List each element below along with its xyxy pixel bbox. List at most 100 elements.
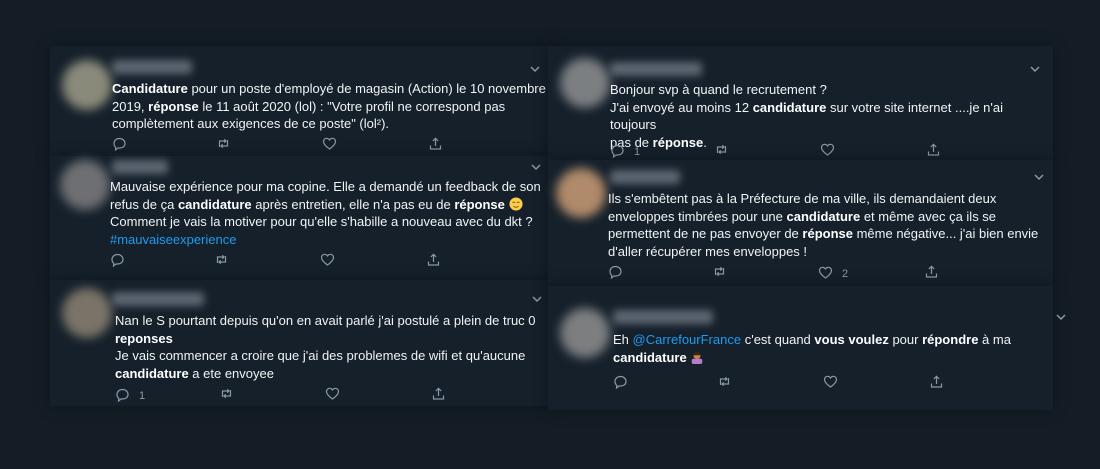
tweet-text-line: enveloppes timbrées pour une candidature… xyxy=(608,208,1053,226)
share-icon xyxy=(427,253,440,266)
tweet-text-line: #mauvaiseexperience xyxy=(110,231,555,249)
share-button[interactable] xyxy=(926,142,941,157)
tweet-text-line: Eh @CarrefourFrance c'est quand vous vou… xyxy=(613,331,1053,349)
share-button[interactable] xyxy=(431,386,446,401)
share-button[interactable] xyxy=(426,252,441,267)
retweet-button[interactable] xyxy=(219,386,234,401)
tweet-text-line: candidature xyxy=(613,349,1053,367)
highlighted-keyword: Candidature xyxy=(112,81,188,96)
tweet-card[interactable]: Ils s'embêtent pas à la Préfecture de ma… xyxy=(548,160,1053,286)
retweet-button[interactable] xyxy=(216,136,231,151)
like-icon xyxy=(820,143,835,156)
retweet-button[interactable] xyxy=(717,374,732,389)
tweet-actions: 2 xyxy=(608,264,1008,282)
blurred-username xyxy=(610,170,680,184)
tweet-actions: 1 xyxy=(115,386,515,404)
hashtag-link[interactable]: #mauvaiseexperience xyxy=(110,232,236,247)
highlighted-keyword: reponses xyxy=(115,330,173,346)
avatar[interactable] xyxy=(560,308,610,358)
tweet-text: Eh @CarrefourFrance c'est quand vous vou… xyxy=(613,331,1053,366)
tweet-text-segment: le 11 août 2020 (lol) : "Votre profil ne… xyxy=(198,98,506,114)
tweet-text-segment: Ils s'embêtent pas à la Préfecture de ma… xyxy=(608,191,997,206)
tweet-text-segment: d'aller récupérer mes enveloppes ! xyxy=(608,243,808,259)
highlighted-keyword: candidature xyxy=(115,365,189,381)
avatar[interactable] xyxy=(556,168,606,218)
tweet-text-line: candidature a ete envoyee xyxy=(115,365,555,383)
retweet-button[interactable] xyxy=(214,252,229,267)
tweet-text-segment: permettent de ne pas envoyer de xyxy=(608,226,803,241)
avatar[interactable] xyxy=(560,58,610,108)
like-count: 2 xyxy=(842,268,849,280)
reply-icon xyxy=(611,144,624,158)
tweet-text-segment: Je vais commencer a croire que j'ai des … xyxy=(115,348,526,363)
tweet-text-segment: pour un poste d'employé de magasin (Acti… xyxy=(187,81,546,96)
reply-button[interactable]: 1 xyxy=(610,142,640,158)
like-button[interactable] xyxy=(820,142,835,157)
tweet-text-segment: Bonjour svp à quand le recrutement ? xyxy=(610,82,827,97)
retweet-icon xyxy=(216,254,227,265)
tweet-text-line: Ils s'embêtent pas à la Préfecture de ma… xyxy=(608,190,1053,208)
reply-icon xyxy=(116,388,129,402)
reply-icon xyxy=(614,375,627,389)
person-shrugging-emoji-icon xyxy=(692,351,703,364)
like-button[interactable]: 2 xyxy=(818,264,848,280)
like-icon xyxy=(325,387,340,400)
retweet-button[interactable] xyxy=(714,142,729,157)
chevron-down-icon[interactable] xyxy=(1032,172,1046,182)
tweet-card[interactable]: Nan le S pourtant depuis qu'on en avait … xyxy=(50,280,555,406)
reply-icon xyxy=(609,265,622,279)
share-icon xyxy=(432,387,445,400)
share-button[interactable] xyxy=(428,136,443,151)
highlighted-keyword: répondre xyxy=(922,332,979,347)
avatar[interactable] xyxy=(62,60,112,110)
reply-button[interactable] xyxy=(112,136,127,151)
tweet-actions xyxy=(112,136,512,154)
tweet-card[interactable]: Bonjour svp à quand le recrutement ? J'ai… xyxy=(548,46,1053,160)
chevron-down-icon[interactable] xyxy=(530,294,544,304)
tweet-text-segment: après entretien, elle n'a pas eu de xyxy=(251,196,455,212)
tweet-text-segment: Eh xyxy=(613,332,633,347)
tweet-text-segment: et même avec ça ils se xyxy=(860,208,997,224)
chevron-down-icon[interactable] xyxy=(1028,64,1042,74)
reply-icon xyxy=(111,253,124,267)
like-button[interactable] xyxy=(320,252,335,267)
share-button[interactable] xyxy=(929,374,944,389)
tweet-text-line: Je vais commencer a croire que j'ai des … xyxy=(115,347,555,365)
reply-count: 1 xyxy=(634,146,641,158)
like-button[interactable] xyxy=(325,386,340,401)
tweet-text-segment: 2019, xyxy=(112,98,149,114)
blurred-username xyxy=(112,60,192,74)
like-button[interactable] xyxy=(823,374,838,389)
mention-link[interactable]: @CarrefourFrance xyxy=(633,332,742,347)
highlighted-keyword: candidature xyxy=(177,196,252,212)
chevron-down-icon[interactable] xyxy=(1054,312,1068,322)
blurred-username xyxy=(112,160,168,174)
avatar[interactable] xyxy=(62,288,112,338)
left-tweet-column: Candidature pour un poste d'employé de m… xyxy=(50,46,555,406)
tweet-text-segment: pour xyxy=(888,332,923,347)
tweet-text: Candidature pour un poste d'employé de m… xyxy=(112,80,552,133)
reply-button[interactable]: 1 xyxy=(115,386,145,402)
tweet-card[interactable]: Eh @CarrefourFrance c'est quand vous vou… xyxy=(548,286,1066,410)
highlighted-keyword: candidature xyxy=(613,349,687,365)
tweet-text-line: reponses xyxy=(115,330,555,348)
tweet-actions xyxy=(110,252,510,270)
tweet-text-segment: Nan le S pourtant depuis qu'on en avait … xyxy=(115,313,536,328)
tweet-text-segment: Comment je vais la motiver pour qu'elle … xyxy=(110,214,533,229)
retweet-button[interactable] xyxy=(712,264,727,279)
reply-button[interactable] xyxy=(608,264,623,279)
reply-button[interactable] xyxy=(613,374,628,389)
reply-button[interactable] xyxy=(110,252,125,267)
chevron-down-icon[interactable] xyxy=(528,64,542,74)
tweet-text-segment: c'est quand xyxy=(741,332,815,347)
like-button[interactable] xyxy=(322,136,337,151)
avatar[interactable] xyxy=(60,160,110,210)
like-icon xyxy=(823,375,838,388)
tweet-text: Nan le S pourtant depuis qu'on en avait … xyxy=(115,312,555,382)
chevron-down-icon[interactable] xyxy=(529,162,543,172)
share-icon xyxy=(925,265,938,278)
tweet-card[interactable]: Candidature pour un poste d'employé de m… xyxy=(50,46,555,156)
like-icon xyxy=(320,253,335,266)
share-button[interactable] xyxy=(924,264,939,279)
tweet-card[interactable]: Mauvaise expérience pour ma copine. Elle… xyxy=(50,156,555,280)
